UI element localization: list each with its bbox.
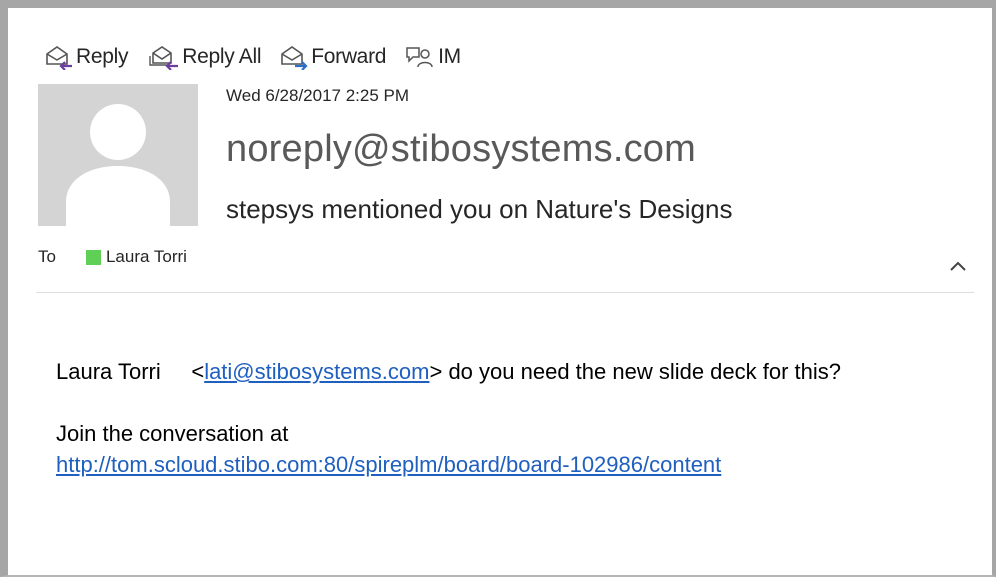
mention-open: < [191,359,205,384]
recipient-name[interactable]: Laura Torri [106,247,187,267]
recipients-row: To Laura Torri [38,247,187,267]
reply-all-button[interactable]: Reply All [146,44,262,70]
join-paragraph: Join the conversation at http://tom.sclo… [56,418,916,480]
join-text: Join the conversation at [56,421,289,446]
reply-all-icon [149,46,179,70]
forward-icon [281,46,308,70]
sender-address[interactable]: noreply@stibosystems.com [226,128,696,171]
message-toolbar: Reply Reply All Forward IM [44,40,479,74]
chevron-up-icon [950,261,966,271]
sent-date: Wed 6/28/2017 2:25 PM [226,86,410,105]
conversation-link[interactable]: http://tom.scloud.stibo.com:80/spireplm/… [56,452,721,477]
reply-icon [46,46,72,70]
forward-label: Forward [311,45,387,68]
subject-line: stepsys mentioned you on Nature's Design… [226,194,733,224]
sender-avatar [36,84,198,226]
im-button[interactable]: IM [404,44,461,70]
im-label: IM [438,45,461,68]
presence-indicator [85,249,101,265]
header-divider [36,292,974,293]
collapse-header-button[interactable] [947,258,969,274]
reply-button[interactable]: Reply [44,44,129,70]
mention-rest: do you need the new slide deck for this? [442,359,842,384]
forward-button[interactable]: Forward [279,44,386,70]
mention-close: > [429,359,443,384]
mention-email-link[interactable]: lati@stibosystems.com [204,359,429,384]
message-body: Laura Torri <lati@stibosystems.com> do y… [56,356,916,480]
reply-all-label: Reply All [182,45,262,68]
mention-paragraph: Laura Torri <lati@stibosystems.com> do y… [56,356,916,387]
mention-name: Laura Torri [56,359,161,384]
to-label: To [38,247,56,266]
reply-label: Reply [76,45,129,68]
im-icon [406,47,433,68]
avatar-placeholder-icon [66,104,170,226]
